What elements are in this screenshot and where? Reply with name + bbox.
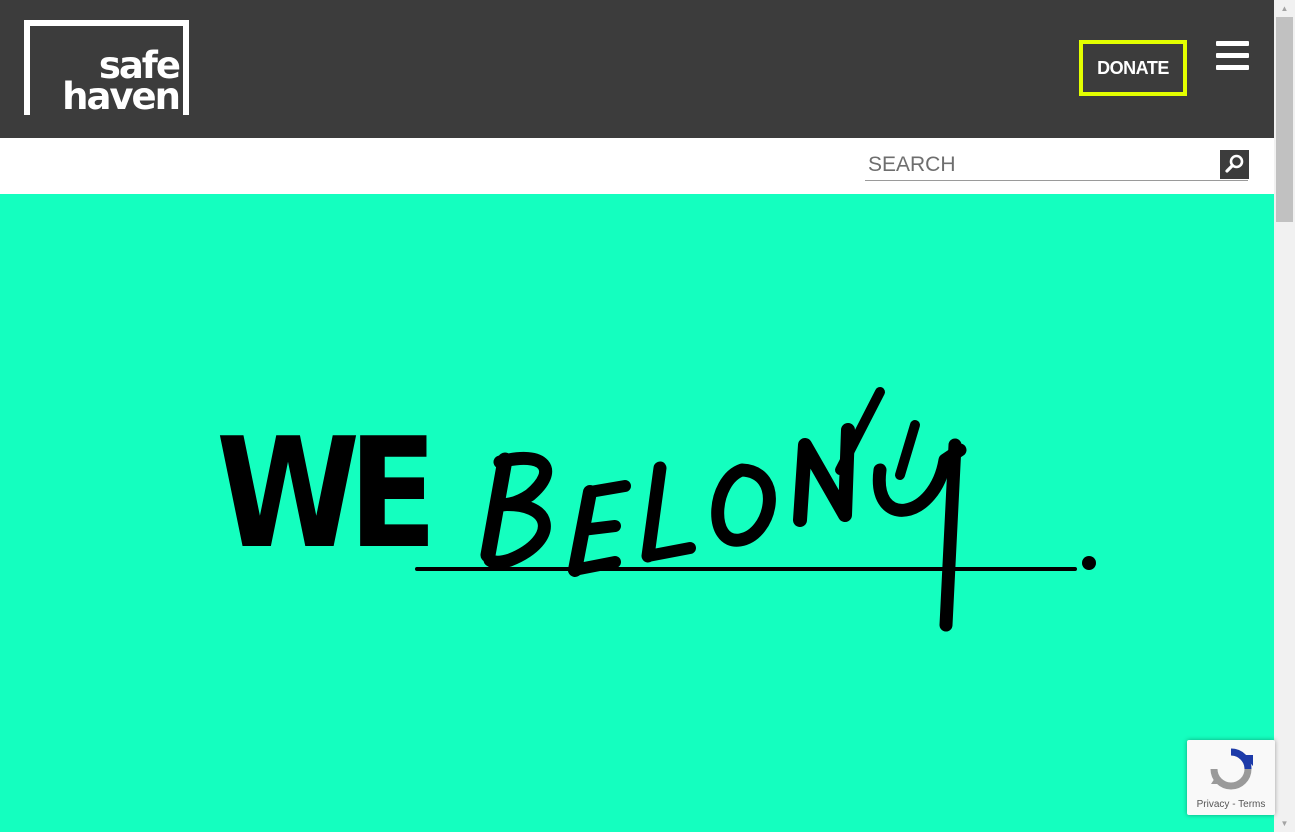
site-header: safe haven DONATE bbox=[0, 0, 1274, 138]
vertical-scrollbar[interactable]: ▲ ▼ bbox=[1274, 0, 1295, 832]
hamburger-menu-icon[interactable] bbox=[1216, 41, 1250, 71]
recaptcha-links: Privacy - Terms bbox=[1187, 799, 1275, 810]
recaptcha-link-separator: - bbox=[1229, 799, 1239, 810]
scroll-up-arrow-icon[interactable]: ▲ bbox=[1274, 0, 1295, 17]
safe-haven-logo[interactable]: safe haven bbox=[24, 20, 189, 115]
donate-button[interactable]: DONATE bbox=[1079, 40, 1187, 96]
page: safe haven DONATE WE bbox=[0, 0, 1274, 832]
search-icon bbox=[1225, 154, 1244, 173]
search-input[interactable] bbox=[865, 150, 1223, 181]
scroll-down-arrow-icon[interactable]: ▼ bbox=[1274, 815, 1295, 832]
hero-handwritten-belong bbox=[480, 387, 967, 632]
search-button[interactable] bbox=[1220, 150, 1249, 179]
recaptcha-badge[interactable]: Privacy - Terms bbox=[1187, 740, 1275, 815]
scrollbar-thumb[interactable] bbox=[1276, 17, 1293, 222]
recaptcha-privacy-link[interactable]: Privacy bbox=[1197, 799, 1230, 810]
recaptcha-icon bbox=[1210, 748, 1253, 790]
logo-text-haven: haven bbox=[62, 75, 181, 118]
recaptcha-terms-link[interactable]: Terms bbox=[1238, 799, 1265, 810]
hero-belong-artwork bbox=[415, 387, 1096, 632]
hero-period-dot bbox=[1082, 556, 1096, 570]
